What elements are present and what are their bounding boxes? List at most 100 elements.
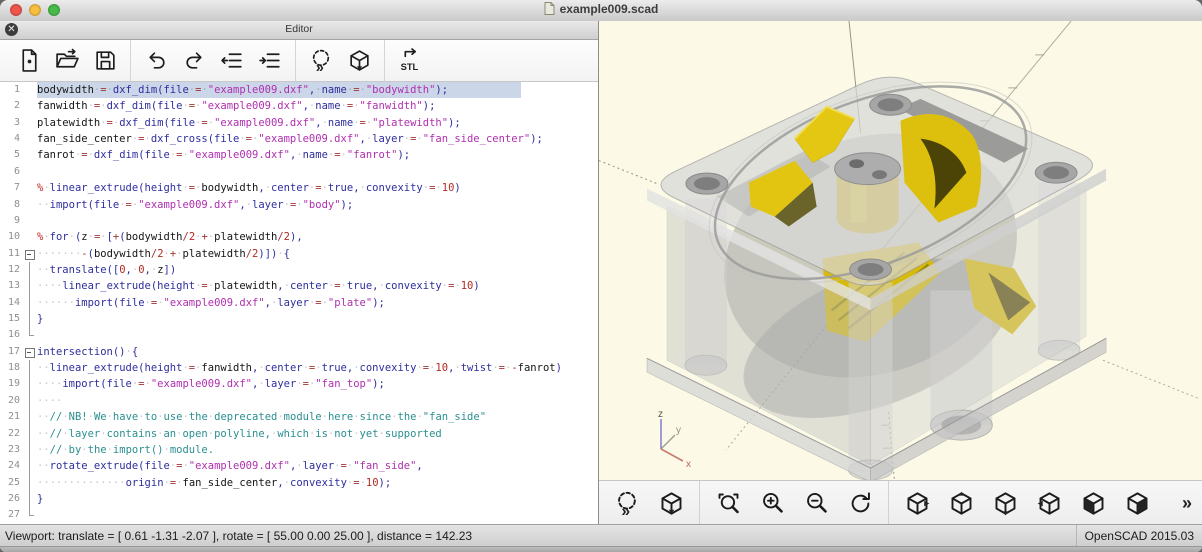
render-button[interactable]	[344, 46, 374, 76]
line-number: 26	[7, 492, 20, 504]
view-right-button[interactable]	[901, 487, 933, 519]
line-number: 10	[7, 231, 20, 243]
code-line[interactable]: 5 fanrot·=·dxf_dim(file·=·"example009.dxf…	[0, 147, 598, 163]
fold-margin	[22, 115, 37, 131]
code-line[interactable]: 14 ······import(file·=·"example009.dxf",·…	[0, 294, 598, 312]
zoom-out-icon	[806, 492, 827, 513]
line-number: 20	[7, 394, 20, 406]
code-line[interactable]: 25 ··············origin·=·fan_side_center…	[0, 474, 598, 492]
fold-margin	[22, 164, 37, 180]
save-button[interactable]	[90, 46, 120, 76]
code-line[interactable]: 15}	[0, 311, 598, 328]
code-text: ····	[37, 394, 63, 407]
app-window: example009.scad z y x » » ✕ Editor » STL…	[0, 0, 1202, 552]
line-number: 16	[7, 329, 20, 341]
undo-button[interactable]	[141, 46, 171, 76]
code-line[interactable]: 4 fan_side_center·=·dxf_cross(file·=·"exa…	[0, 131, 598, 147]
code-text: }	[37, 313, 44, 326]
code-line[interactable]: 1 bodywidth·=·dxf_dim(file·=·"example009.…	[0, 82, 598, 99]
code-line[interactable]: 3 platewidth·=·dxf_dim(file·=·"example009…	[0, 115, 598, 131]
preview-button[interactable]: »	[306, 46, 336, 76]
code-text: platewidth·=·dxf_dim(file·=·"example009.…	[37, 116, 461, 129]
line-number: 13	[7, 280, 20, 292]
indent-icon	[258, 53, 280, 68]
code-line[interactable]: 20 ····	[0, 392, 598, 410]
code-text: ······import(file·=·"example009.dxf",·la…	[37, 296, 385, 309]
view-back-button[interactable]	[1121, 487, 1153, 519]
toolbar-overflow-button[interactable]: »	[1182, 493, 1202, 514]
code-text: ··//·NB!·We·have·to·use·the·deprecated·m…	[37, 411, 487, 424]
export-stl-icon: STL	[400, 48, 418, 72]
editor-toolbar: » STL	[0, 40, 598, 82]
code-line[interactable]: 7 %·linear_extrude(height·=·bodywidth,·ce…	[0, 180, 598, 196]
new-file-button[interactable]	[14, 46, 44, 76]
code-line[interactable]: 27	[0, 507, 598, 523]
fold-margin	[22, 131, 37, 147]
editor-toolbar-group: STL	[384, 40, 435, 81]
code-line[interactable]: 24 ··rotate_extrude(file·=·"example009.dx…	[0, 458, 598, 475]
zoom-all-button[interactable]	[712, 487, 744, 519]
app-version-label: OpenSCAD 2015.03	[1075, 525, 1202, 546]
redo-icon	[185, 52, 202, 69]
code-line[interactable]: 8 ··import(file·=·"example009.dxf",·layer…	[0, 197, 598, 213]
fold-margin[interactable]	[22, 344, 37, 360]
code-line[interactable]: 16	[0, 327, 598, 343]
code-line[interactable]: 12 ··translate([0,·0,·z])	[0, 261, 598, 279]
code-text: }	[37, 492, 44, 505]
reset-view-button[interactable]	[844, 487, 876, 519]
axis-z-label: z	[658, 409, 663, 420]
editor-titlebar[interactable]: ✕ Editor	[0, 21, 598, 40]
fold-margin[interactable]	[22, 246, 37, 262]
code-line[interactable]: 17 intersection()·{	[0, 344, 598, 360]
code-line[interactable]: 13 ····linear_extrude(height·=·platewidth…	[0, 278, 598, 296]
unindent-button[interactable]	[217, 46, 247, 76]
code-line[interactable]: 19 ····import(file·=·"example009.dxf",·la…	[0, 376, 598, 394]
code-editor[interactable]: 1 bodywidth·=·dxf_dim(file·=·"example009.…	[0, 82, 598, 525]
redo-button[interactable]	[179, 46, 209, 76]
code-line[interactable]: 26}	[0, 490, 598, 508]
zoom-all-icon	[718, 493, 739, 513]
view-diagonal-button[interactable]	[1077, 487, 1109, 519]
view-bottom-icon	[995, 491, 1015, 515]
preview-button[interactable]: »	[611, 487, 643, 519]
view-left-button[interactable]	[1033, 487, 1065, 519]
line-number: 23	[7, 443, 20, 455]
render-button[interactable]	[655, 487, 687, 519]
line-number: 14	[7, 296, 20, 308]
fold-collapse-icon[interactable]	[25, 249, 35, 260]
undo-icon	[148, 52, 165, 69]
view-top-icon	[951, 491, 971, 515]
view-top-button[interactable]	[945, 487, 977, 519]
code-line[interactable]: 21 ··//·NB!·We·have·to·use·the·deprecated…	[0, 409, 598, 426]
editor-panel: ✕ Editor » STL 1 bodywidth·=·dxf_dim(file·…	[0, 21, 599, 525]
code-line[interactable]: 11 ·······-(bodywidth/2·+·platewidth/2)])…	[0, 246, 598, 262]
code-line[interactable]: 23 ··//·by·the·import()·module.	[0, 441, 598, 459]
3d-viewport[interactable]: z y x	[599, 21, 1202, 480]
code-line[interactable]: 10 %·for·(z·=·[+(bodywidth/2·+·platewidth…	[0, 229, 598, 245]
code-line[interactable]: 22 ··//·layer·contains·an·open·polyline,·…	[0, 425, 598, 443]
line-number: 9	[13, 214, 20, 226]
code-line[interactable]: 2 fanwidth·=·dxf_dim(file·=·"example009.d…	[0, 98, 598, 114]
export-stl-button[interactable]: STL	[395, 46, 425, 76]
zoom-in-button[interactable]	[756, 487, 788, 519]
code-line[interactable]: 6	[0, 164, 598, 180]
line-number: 17	[7, 345, 20, 357]
fold-margin	[22, 197, 37, 213]
code-text: ··············origin·=·fan_side_center,·…	[37, 476, 392, 489]
open-button[interactable]	[52, 46, 82, 76]
code-line[interactable]: 18 ··linear_extrude(height·=·fanwidth,·ce…	[0, 360, 598, 377]
code-text: %·linear_extrude(height·=·bodywidth,·cen…	[37, 182, 461, 195]
view-bottom-button[interactable]	[989, 487, 1021, 519]
code-text: bodywidth·=·dxf_dim(file·=·"example009.d…	[37, 82, 598, 99]
view-left-icon	[1037, 491, 1059, 515]
line-number: 15	[7, 313, 20, 325]
view-toolbar: »»	[599, 480, 1202, 525]
code-line[interactable]: 9	[0, 213, 598, 229]
titlebar[interactable]: example009.scad	[0, 0, 1202, 22]
svg-text:STL: STL	[400, 62, 418, 72]
zoom-in-icon	[762, 492, 783, 513]
fold-collapse-icon[interactable]	[25, 347, 35, 358]
indent-button[interactable]	[255, 46, 285, 76]
zoom-out-button[interactable]	[800, 487, 832, 519]
